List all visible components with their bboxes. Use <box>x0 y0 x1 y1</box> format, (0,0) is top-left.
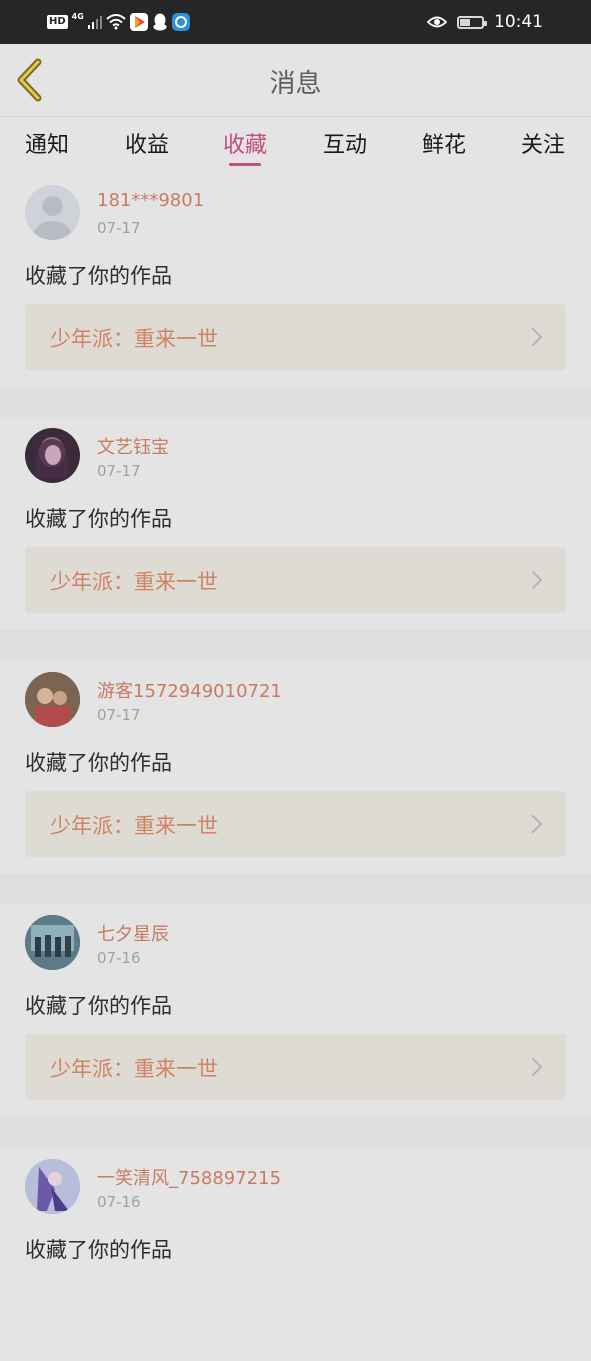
work-title: 少年派：重来一世 <box>50 570 218 594</box>
action-text: 收藏了你的作品 <box>25 994 172 1018</box>
divider <box>0 874 591 904</box>
nav-bar: 消息 <box>0 44 591 116</box>
tab-bar: 通知 收益 收藏 互动 鲜花 关注 <box>0 116 591 174</box>
action-text: 收藏了你的作品 <box>25 507 172 531</box>
avatar[interactable] <box>25 185 80 240</box>
user-name[interactable]: 七夕星辰 <box>97 920 169 946</box>
tab-follow[interactable]: 关注 <box>508 127 578 159</box>
message-date: 07-17 <box>97 706 141 724</box>
video-app-icon <box>129 13 148 31</box>
message-item: 一笑清风_758897215 07-16 收藏了你的作品 <box>0 1148 591 1361</box>
work-link[interactable]: 少年派：重来一世 <box>25 547 566 613</box>
divider <box>0 1117 591 1147</box>
tab-interaction[interactable]: 互动 <box>310 127 380 159</box>
tab-favorites[interactable]: 收藏 <box>210 127 280 159</box>
work-title: 少年派：重来一世 <box>50 327 218 351</box>
chevron-right-icon <box>532 815 542 833</box>
user-name[interactable]: 181***9801 <box>97 190 204 211</box>
work-link[interactable]: 少年派：重来一世 <box>25 1034 566 1100</box>
avatar[interactable] <box>25 672 80 727</box>
message-item: 游客1572949010721 07-17 收藏了你的作品 少年派：重来一世 <box>0 661 591 874</box>
battery-icon <box>457 15 487 29</box>
message-item: 文艺钰宝 07-17 收藏了你的作品 少年派：重来一世 <box>0 417 591 630</box>
tab-flowers[interactable]: 鲜花 <box>409 127 479 159</box>
hd-badge: HD <box>47 15 68 29</box>
wifi-icon <box>106 14 126 30</box>
action-text: 收藏了你的作品 <box>25 264 172 288</box>
network-type: 4G <box>71 11 84 21</box>
action-text: 收藏了你的作品 <box>25 1238 172 1262</box>
user-name[interactable]: 文艺钰宝 <box>97 433 169 459</box>
message-date: 07-17 <box>97 219 141 237</box>
browser-icon <box>171 13 190 31</box>
qq-icon <box>153 13 167 31</box>
status-bar: HD 4G 10:41 <box>0 0 591 44</box>
active-tab-indicator <box>229 163 261 166</box>
chevron-right-icon <box>532 328 542 346</box>
chevron-right-icon <box>532 571 542 589</box>
message-item: 七夕星辰 07-16 收藏了你的作品 少年派：重来一世 <box>0 904 591 1117</box>
clock: 10:41 <box>494 12 543 32</box>
message-item: 181***9801 07-17 收藏了你的作品 少年派：重来一世 <box>0 174 591 387</box>
status-icons-left: HD 4G <box>47 11 190 33</box>
user-name[interactable]: 游客1572949010721 <box>97 677 282 703</box>
message-date: 07-16 <box>97 949 141 967</box>
signal-icon <box>87 16 102 29</box>
avatar[interactable] <box>25 1159 80 1214</box>
avatar[interactable] <box>25 428 80 483</box>
work-link[interactable]: 少年派：重来一世 <box>25 791 566 857</box>
status-icons-right: 10:41 <box>427 10 543 34</box>
message-date: 07-16 <box>97 1193 141 1211</box>
avatar[interactable] <box>25 915 80 970</box>
divider <box>0 630 591 660</box>
chevron-right-icon <box>532 1058 542 1076</box>
tab-earnings[interactable]: 收益 <box>112 127 182 159</box>
work-title: 少年派：重来一世 <box>50 814 218 838</box>
action-text: 收藏了你的作品 <box>25 751 172 775</box>
page-title: 消息 <box>269 69 322 99</box>
divider <box>0 387 591 417</box>
tab-notice[interactable]: 通知 <box>12 127 82 159</box>
message-date: 07-17 <box>97 462 141 480</box>
work-title: 少年派：重来一世 <box>50 1057 218 1081</box>
work-link[interactable]: 少年派：重来一世 <box>25 304 566 370</box>
user-name[interactable]: 一笑清风_758897215 <box>97 1164 281 1190</box>
eye-comfort-icon <box>427 16 447 28</box>
